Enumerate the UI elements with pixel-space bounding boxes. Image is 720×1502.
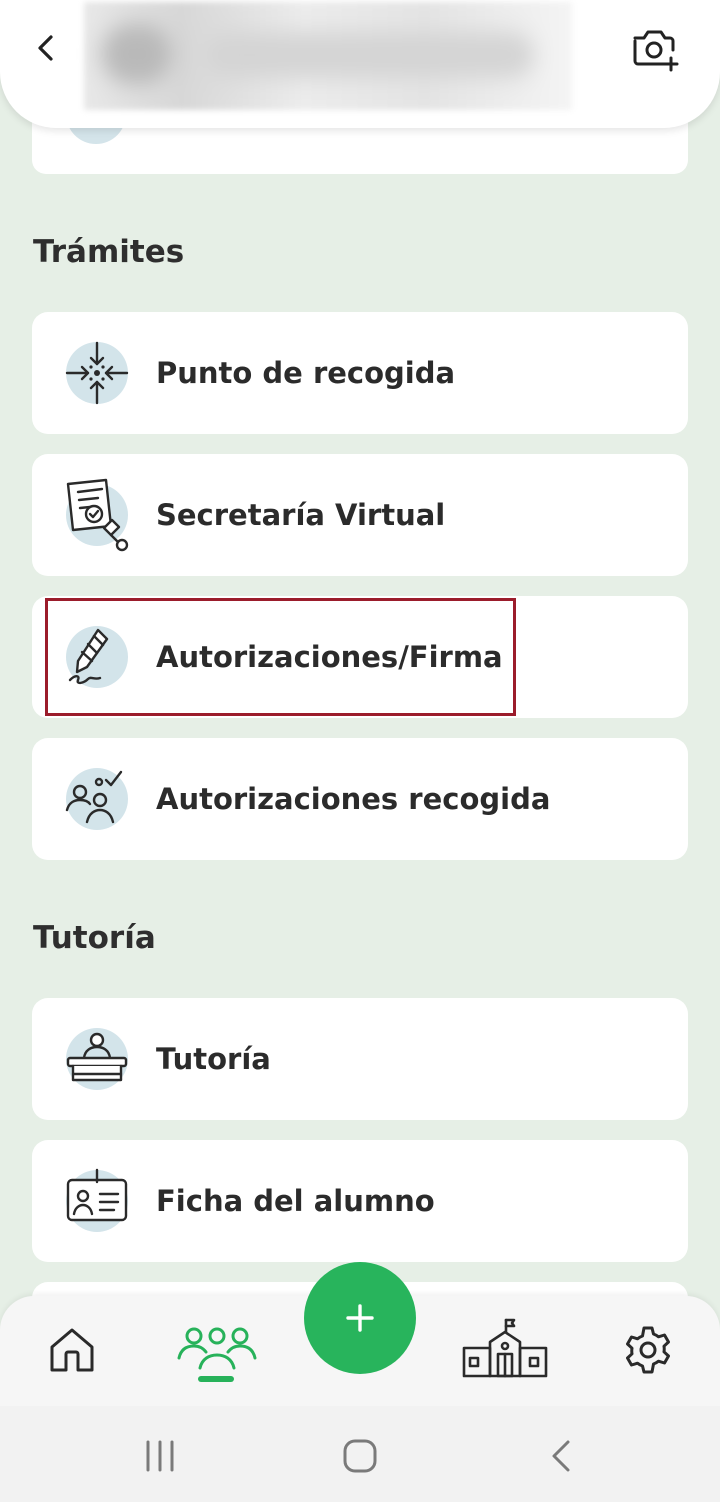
certificate-stamp-icon (64, 478, 130, 552)
back-button[interactable] (22, 24, 70, 72)
list-item-label: Secretaría Virtual (156, 498, 446, 532)
section-title-tramites: Trámites (33, 234, 185, 270)
tutor-desk-icon (64, 1026, 130, 1092)
list-item-label: Ficha del alumno (156, 1184, 435, 1218)
recent-apps-icon (146, 1440, 174, 1472)
camera-add-icon (633, 30, 679, 72)
nav-settings[interactable] (608, 1310, 688, 1390)
list-item-autorizaciones-recogida[interactable]: Autorizaciones recogida (32, 738, 688, 860)
back-chevron-icon (552, 1440, 570, 1472)
back-system-button[interactable] (532, 1426, 592, 1486)
list-item-label: Tutoría (156, 1042, 271, 1076)
nav-home[interactable] (32, 1310, 112, 1390)
app-header (0, 0, 720, 128)
people-group-icon (177, 1327, 257, 1370)
student-card-icon (64, 1168, 130, 1234)
home-circle-icon (343, 1439, 377, 1473)
list-item-tutoria[interactable]: Tutoría (32, 998, 688, 1120)
recent-apps-button[interactable] (130, 1426, 190, 1486)
nav-school[interactable] (460, 1310, 550, 1390)
list-item-ficha-del-alumno[interactable]: Ficha del alumno (32, 1140, 688, 1262)
home-system-button[interactable] (330, 1426, 390, 1486)
gear-icon (626, 1326, 670, 1374)
header-title-blurred (84, 2, 572, 110)
add-photo-button[interactable] (628, 24, 684, 74)
pen-signature-icon (64, 624, 130, 690)
list-item-secretaria-virtual[interactable]: Secretaría Virtual (32, 454, 688, 576)
home-icon (50, 1328, 94, 1372)
list-item-label: Autorizaciones recogida (156, 782, 551, 816)
people-check-icon (64, 766, 130, 832)
add-fab-button[interactable] (304, 1262, 416, 1374)
list-item-autorizaciones-firma[interactable]: Autorizaciones/Firma (32, 596, 688, 718)
section-title-tutoria: Tutoría (33, 920, 156, 956)
pickup-point-icon (64, 340, 130, 406)
school-building-icon (462, 1318, 548, 1378)
list-item-label: Punto de recogida (156, 356, 456, 390)
plus-icon (346, 1304, 374, 1332)
active-tab-indicator (198, 1376, 234, 1382)
system-navigation-bar (0, 1406, 720, 1502)
list-item-label: Autorizaciones/Firma (156, 640, 503, 674)
list-item-punto-de-recogida[interactable]: Punto de recogida (32, 312, 688, 434)
chevron-left-icon (38, 35, 53, 61)
